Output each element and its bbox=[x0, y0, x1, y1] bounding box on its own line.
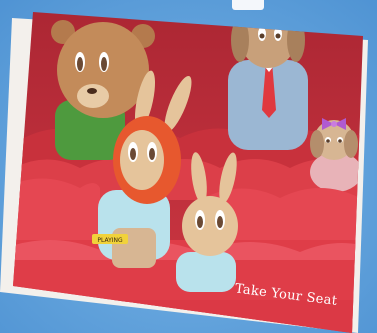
theater-scene: PLAYING bbox=[13, 12, 363, 333]
playing-badge-label: PLAYING bbox=[97, 237, 123, 244]
dog-in-suit-character bbox=[228, 12, 308, 150]
story-card[interactable]: PLAYING Take Your Seat bbox=[0, 0, 377, 333]
